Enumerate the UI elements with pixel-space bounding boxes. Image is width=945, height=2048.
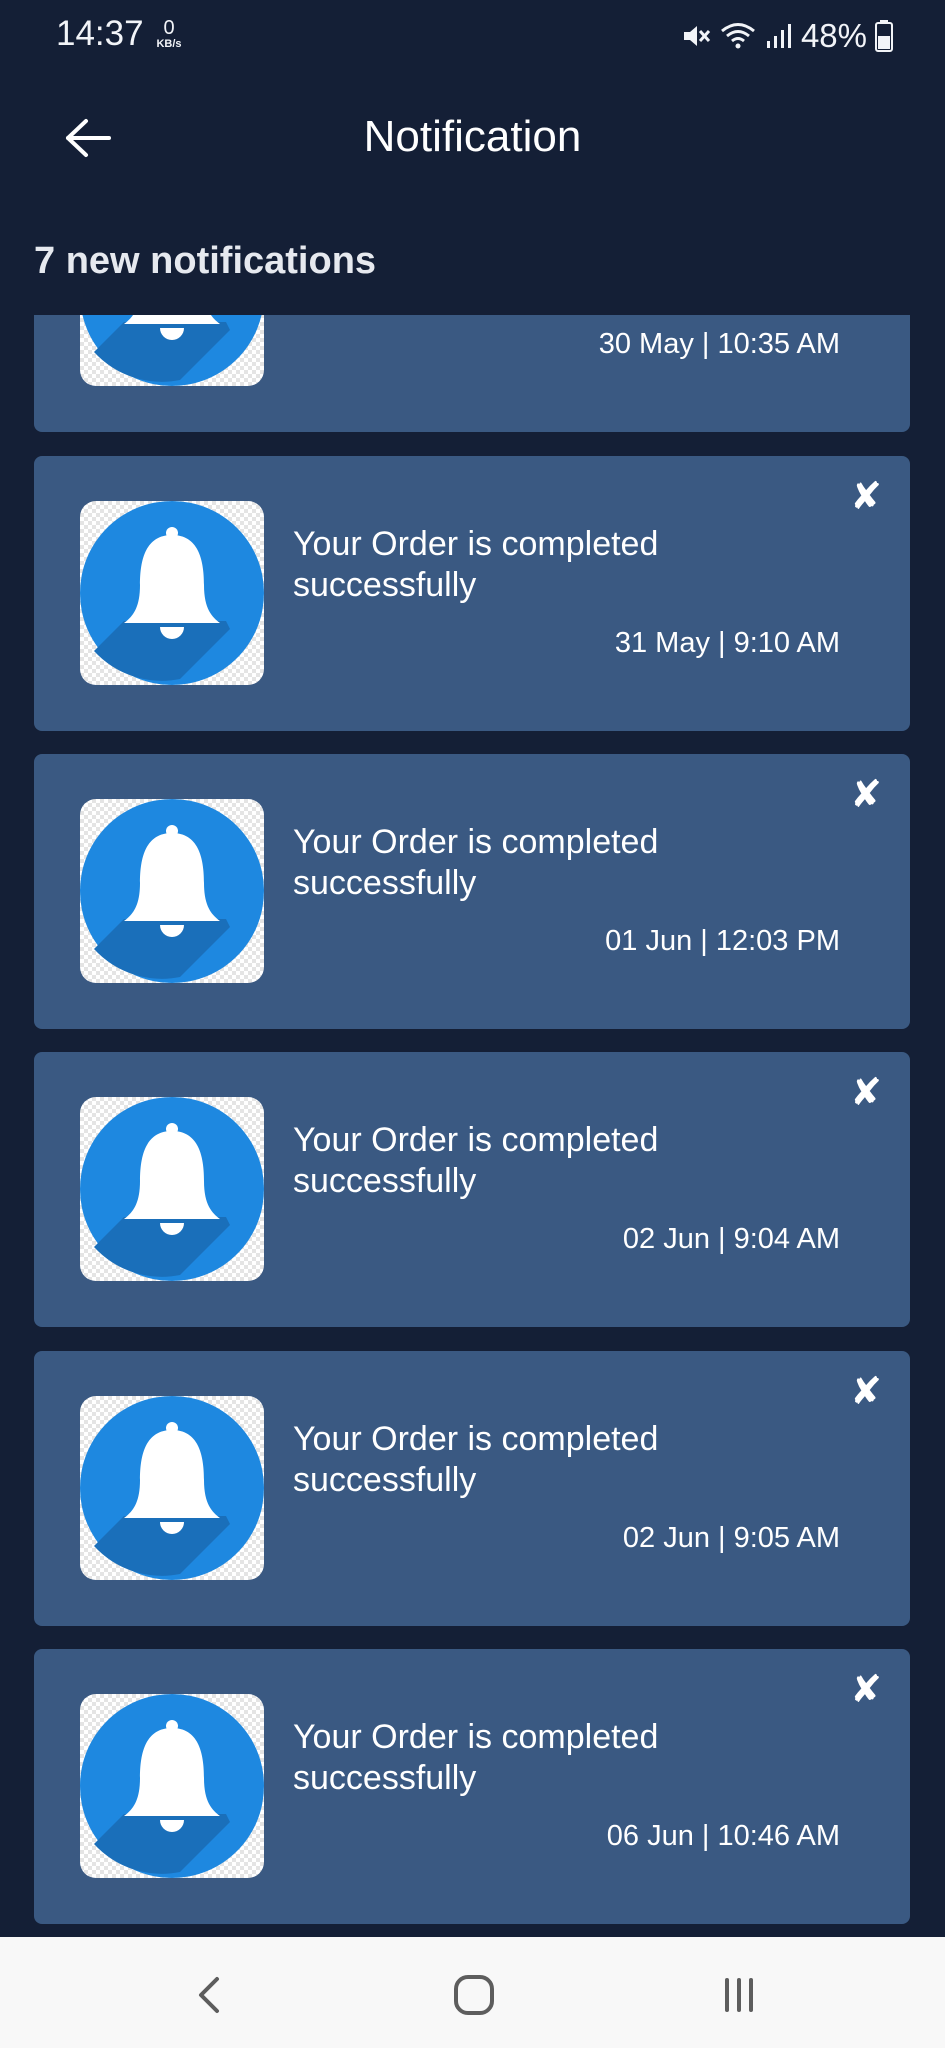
wifi-icon <box>720 23 755 49</box>
notification-message: Your Order is completed successfully <box>293 823 659 902</box>
notification-message: Your Order is completed successfully <box>293 1718 659 1797</box>
network-speed: 0 KB/s <box>150 18 188 50</box>
bell-icon <box>80 501 264 685</box>
notification-card[interactable]: Your Order is completed successfully 02 … <box>34 1052 910 1327</box>
notification-message: Your Order is completed successfully <box>293 1420 659 1499</box>
status-time: 14:37 <box>56 14 144 53</box>
dismiss-button[interactable]: ✘ <box>844 1667 888 1711</box>
notification-card[interactable]: 30 May | 10:35 AM <box>34 315 910 432</box>
dismiss-button[interactable]: ✘ <box>844 474 888 518</box>
signal-icon <box>766 24 791 48</box>
notification-card[interactable]: Your Order is completed successfully 06 … <box>34 1649 910 1924</box>
notification-card[interactable]: Your Order is completed successfully 02 … <box>34 1351 910 1626</box>
page-title: Notification <box>363 112 582 161</box>
notification-datetime: 02 Jun | 9:05 AM <box>622 1522 840 1554</box>
notification-card[interactable]: Your Order is completed successfully 31 … <box>34 456 910 731</box>
notification-datetime: 01 Jun | 12:03 PM <box>605 925 840 957</box>
battery-icon <box>875 20 893 52</box>
battery-percent: 48% <box>800 17 867 54</box>
status-bar: 14:37 0 KB/s 48% <box>0 0 945 72</box>
dismiss-button[interactable]: ✘ <box>844 772 888 816</box>
network-speed-value: 0 <box>163 17 175 39</box>
notification-datetime: 31 May | 9:10 AM <box>614 627 840 659</box>
notification-card[interactable]: Your Order is completed successfully 01 … <box>34 754 910 1029</box>
notification-datetime: 30 May | 10:35 AM <box>598 328 840 360</box>
notification-datetime: 06 Jun | 10:46 AM <box>606 1820 840 1852</box>
bell-icon <box>80 1694 264 1878</box>
mute-icon <box>683 26 711 46</box>
bell-icon <box>80 799 264 983</box>
recents-nav-icon[interactable] <box>709 1965 769 2025</box>
bell-icon <box>80 315 264 386</box>
system-nav-bar <box>0 1937 945 2048</box>
network-speed-unit: KB/s <box>156 38 182 50</box>
notification-list[interactable]: 30 May | 10:35 AM Your Order is complete… <box>0 315 945 1937</box>
status-indicators: 48% <box>681 14 893 58</box>
bell-icon <box>80 1396 264 1580</box>
back-nav-icon[interactable] <box>180 1965 240 2025</box>
dismiss-button[interactable]: ✘ <box>844 1070 888 1114</box>
notification-message: Your Order is completed successfully <box>293 525 659 604</box>
home-nav-icon[interactable] <box>444 1965 504 2025</box>
dismiss-button[interactable]: ✘ <box>844 1369 888 1413</box>
notification-message: Your Order is completed successfully <box>293 1121 659 1200</box>
notification-datetime: 02 Jun | 9:04 AM <box>622 1223 840 1255</box>
notification-count: 7 new notifications <box>34 240 377 282</box>
bell-icon <box>80 1097 264 1281</box>
app-bar: Notification <box>0 72 945 202</box>
